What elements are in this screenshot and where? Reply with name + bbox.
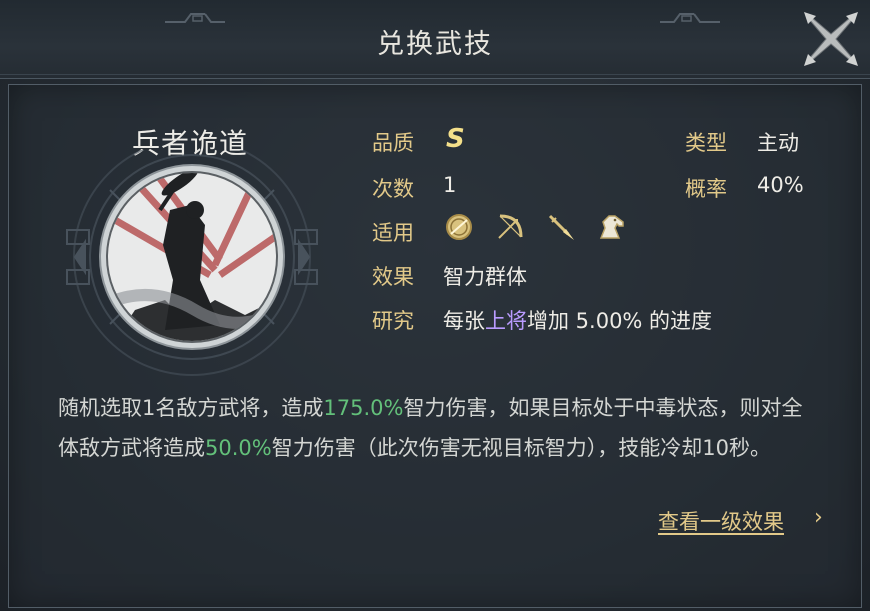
applicable-label: 适用: [372, 221, 414, 245]
research-value: 每张上将增加 5.00% 的进度: [443, 305, 712, 335]
rate-value: 40%: [757, 173, 804, 197]
research-suffix: 增加 5.00% 的进度: [527, 309, 713, 333]
count-label: 次数: [372, 177, 414, 201]
dialog-header: 兑换武技: [0, 0, 870, 79]
desc-part-3: 智力伤害（此次伤害无视目标智力），技能冷却10秒。: [271, 436, 771, 460]
shield-icon[interactable]: [444, 212, 474, 242]
exchange-skill-dialog: 兑换武技 兵者诡道 品质 S 类型 主动 次数 1 概率 40% 适用 效果 智…: [0, 0, 870, 611]
horse-icon[interactable]: [597, 212, 627, 242]
desc-value-2: 50.0%: [205, 436, 272, 460]
view-level-one-effect-link[interactable]: 查看一级效果: [658, 506, 784, 536]
bow-icon[interactable]: [495, 212, 525, 242]
spear-icon[interactable]: [546, 212, 576, 242]
desc-value-1: 175.0%: [323, 396, 404, 420]
research-prefix: 每张: [443, 309, 485, 333]
close-icon[interactable]: [800, 8, 862, 70]
research-label: 研究: [372, 309, 414, 333]
skill-portrait: [66, 150, 318, 376]
type-label: 类型: [685, 131, 727, 155]
type-value: 主动: [757, 131, 799, 155]
desc-part-1: 随机选取1名敌方武将，造成: [58, 396, 324, 420]
effect-label: 效果: [372, 265, 414, 289]
rate-label: 概率: [685, 177, 727, 201]
quality-grade: S: [446, 124, 465, 154]
count-value: 1: [443, 173, 457, 197]
chevron-right-icon[interactable]: ›: [814, 505, 823, 530]
research-highlight: 上将: [485, 309, 527, 333]
dialog-title: 兑换武技: [377, 29, 493, 60]
skill-description: 随机选取1名敌方武将，造成175.0%智力伤害，如果目标处于中毒状态，则对全体敌…: [58, 388, 818, 468]
quality-label: 品质: [372, 131, 414, 155]
effect-value: 智力群体: [443, 265, 527, 289]
